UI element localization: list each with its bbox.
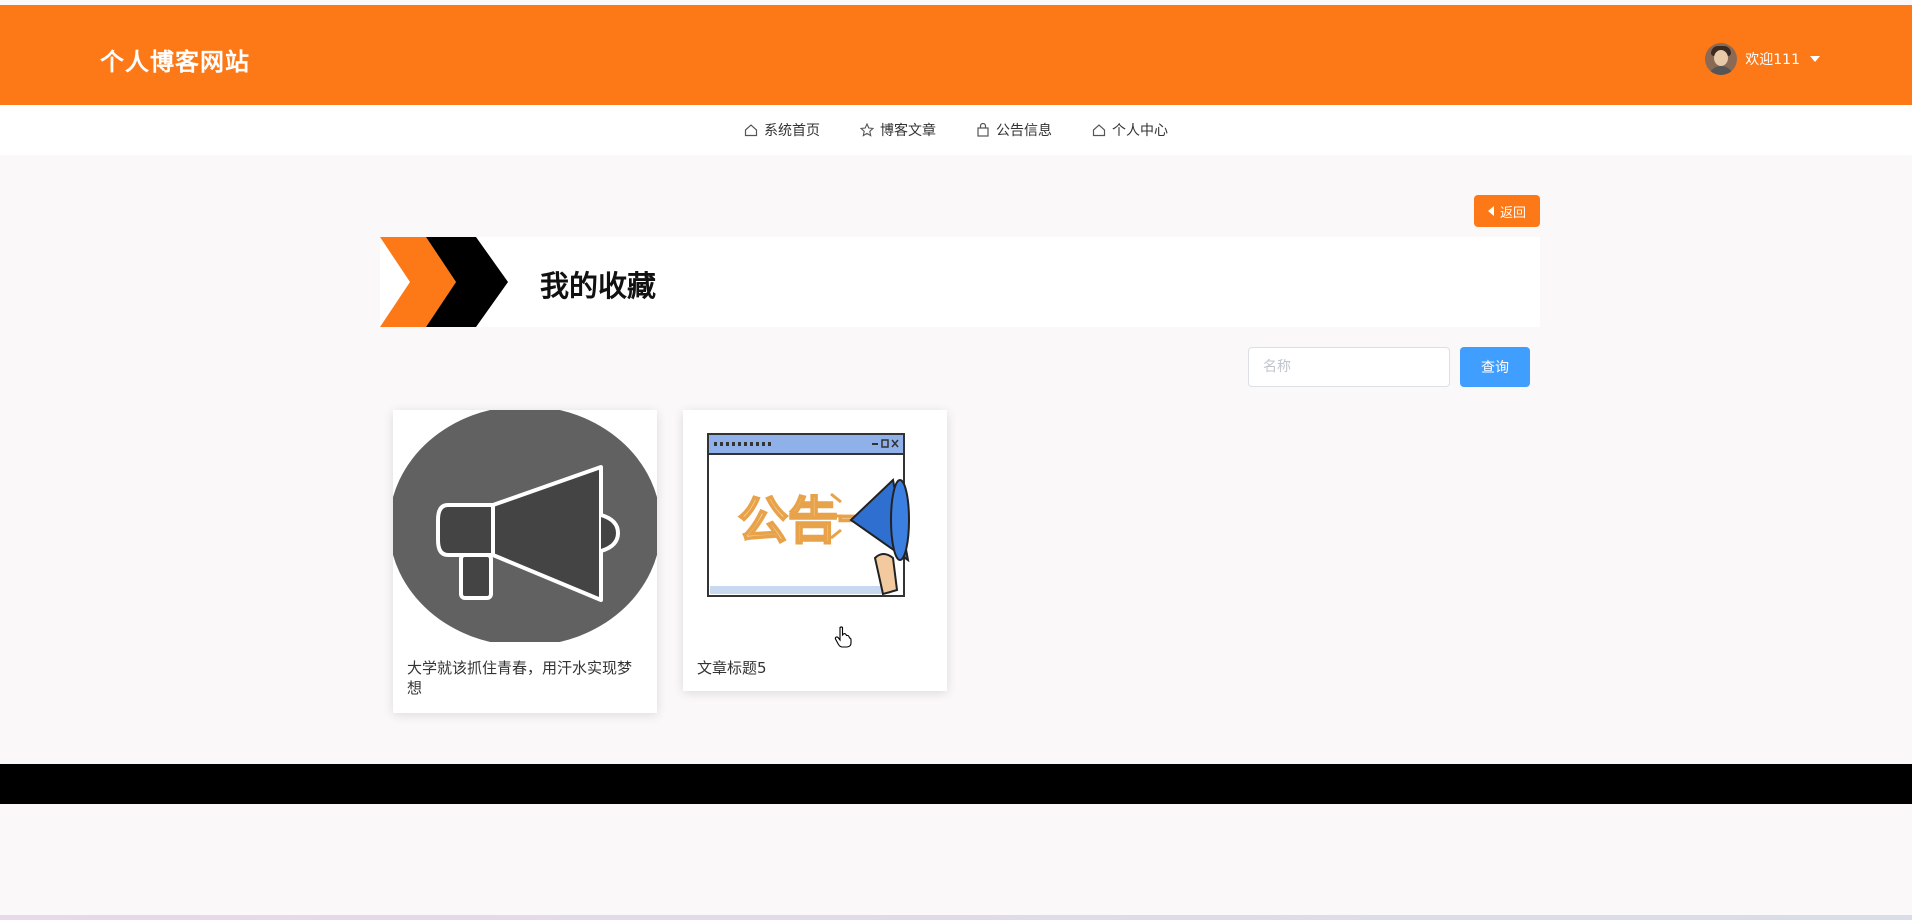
caret-left-icon	[1487, 206, 1494, 216]
home-icon	[1092, 124, 1106, 137]
home-icon	[744, 124, 758, 137]
nav-item-profile[interactable]: 个人中心	[1092, 120, 1168, 140]
chevron-decoration-icon	[380, 237, 508, 327]
back-button[interactable]: 返回	[1474, 195, 1540, 227]
user-menu[interactable]: 欢迎111	[1705, 43, 1820, 75]
user-greeting[interactable]: 欢迎111	[1745, 49, 1800, 69]
page-title: 我的收藏	[540, 269, 657, 303]
nav-item-label: 公告信息	[996, 123, 1052, 139]
favorite-card[interactable]: 大学就该抓住青春，用汗水实现梦想	[393, 410, 657, 713]
favorite-card-title[interactable]: 文章标题5	[697, 658, 933, 678]
bottom-divider	[0, 915, 1912, 920]
nav-item-blog[interactable]: 博客文章	[860, 120, 936, 140]
hand-cursor-icon	[834, 626, 852, 648]
announcement-banner-image: 公告一	[683, 410, 947, 642]
nav-item-notice[interactable]: 公告信息	[976, 120, 1052, 140]
nav-item-label: 博客文章	[880, 123, 936, 139]
bag-icon	[977, 123, 989, 137]
favorite-card-title[interactable]: 大学就该抓住青春，用汗水实现梦想	[407, 658, 643, 698]
nav-item-label: 个人中心	[1112, 123, 1168, 139]
main-nav: 系统首页 博客文章 公告信息 个人中心	[0, 105, 1912, 155]
nav-item-home[interactable]: 系统首页	[744, 120, 820, 140]
page-header-banner: 我的收藏	[380, 237, 1540, 327]
back-label: 返回	[1499, 205, 1526, 221]
site-title[interactable]: 个人博客网站	[100, 42, 250, 77]
megaphone-icon	[393, 410, 657, 642]
search-button[interactable]: 查询	[1460, 347, 1530, 387]
star-icon	[860, 123, 874, 137]
header-bar: 个人博客网站 欢迎111	[0, 5, 1912, 105]
footer	[0, 764, 1912, 804]
avatar[interactable]	[1705, 43, 1738, 75]
nav-item-label: 系统首页	[764, 123, 820, 139]
caret-down-icon[interactable]	[1810, 56, 1820, 62]
search-input[interactable]	[1248, 347, 1450, 387]
favorite-card[interactable]: 公告一 文章标题5	[683, 410, 947, 691]
